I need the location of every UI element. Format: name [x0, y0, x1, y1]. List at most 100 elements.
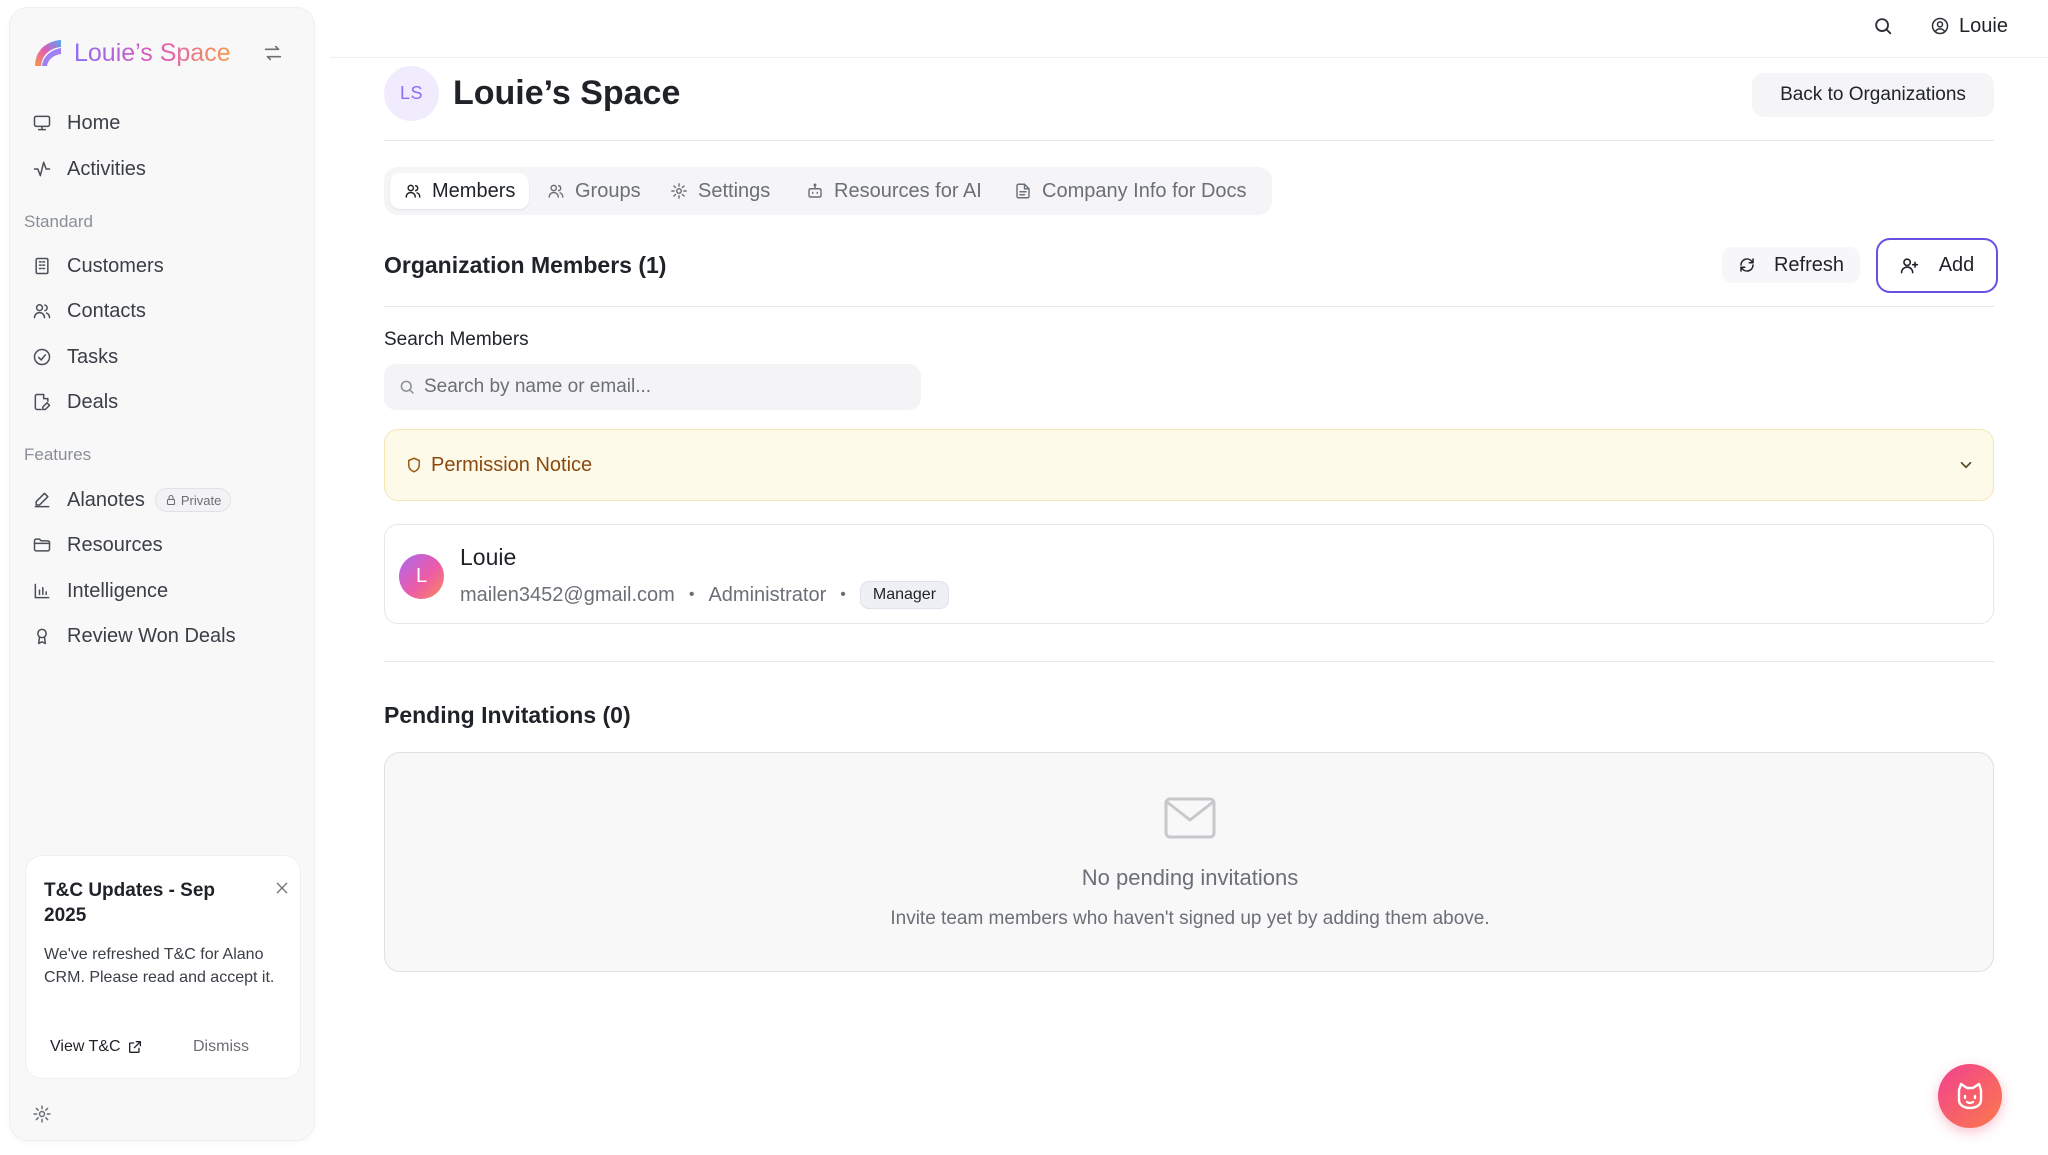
empty-state-title: No pending invitations [1081, 865, 1299, 890]
bot-icon [808, 183, 822, 198]
tab-company-info-for-docs[interactable]: Company Info for Docs [1014, 173, 1247, 209]
user-circle-icon [1931, 17, 1949, 35]
building-icon [35, 257, 49, 275]
user-name: Louie [1959, 14, 2008, 37]
mail-icon [1164, 797, 1216, 839]
sidebar: Louie’s Space Home Activities Standard C… [10, 8, 314, 1140]
sidebar-item-label: Review Won Deals [67, 624, 236, 647]
brand[interactable]: Louie’s Space [32, 30, 231, 76]
permission-notice-title: Permission Notice [431, 454, 593, 476]
gear-icon [671, 183, 687, 199]
activity-icon [33, 161, 51, 177]
divider [384, 661, 1994, 662]
tc-update-card: T&C Updates - Sep 2025 We've refreshed T… [26, 856, 300, 1078]
refresh-icon [1740, 258, 1754, 272]
tab-settings[interactable]: Settings [670, 173, 770, 209]
member-email: mailen3452@gmail.com [460, 583, 675, 606]
tab-resources-for-ai[interactable]: Resources for AI [806, 173, 982, 209]
add-label: Add [1938, 254, 1975, 276]
user-plus-icon [1900, 258, 1918, 274]
award-icon [37, 628, 47, 645]
sidebar-item-label: Home [67, 111, 121, 134]
sidebar-item-tasks[interactable]: Tasks [32, 339, 118, 375]
member-role: Administrator [708, 583, 827, 606]
member-row[interactable]: L Louie mailen3452@gmail.com • Administr… [384, 524, 1994, 624]
check-circle-icon [33, 348, 51, 366]
divider [384, 306, 1994, 307]
tab-label: Company Info for Docs [1042, 179, 1247, 202]
user-menu[interactable]: Louie [1930, 12, 2008, 40]
pending-invitations-heading: Pending Invitations (0) [384, 702, 631, 728]
sidebar-item-contacts[interactable]: Contacts [32, 293, 146, 329]
sidebar-item-intelligence[interactable]: Intelligence [32, 573, 168, 609]
search-members-box[interactable] [384, 364, 921, 410]
section-label-standard: Standard [24, 212, 93, 231]
sidebar-item-label: Activities [67, 157, 146, 180]
sidebar-item-label: Resources [67, 533, 163, 556]
separator-dot: • [840, 586, 846, 603]
refresh-button[interactable]: Refresh [1722, 247, 1860, 283]
collapse-sidebar-icon[interactable] [262, 42, 284, 64]
sidebar-item-label: Intelligence [67, 579, 169, 602]
bar-chart-icon [34, 583, 50, 599]
brand-name: Louie’s Space [74, 38, 231, 67]
search-icon [400, 380, 414, 394]
sidebar-item-customers[interactable]: Customers [32, 248, 164, 284]
private-badge-label: Private [180, 492, 222, 508]
top-bar [330, 0, 2048, 58]
shield-icon [408, 457, 420, 473]
tab-label: Resources for AI [834, 179, 982, 202]
members-heading: Organization Members (1) [384, 252, 667, 278]
search-members-input[interactable] [424, 364, 914, 410]
tab-members[interactable]: Members [390, 173, 530, 209]
member-meta: mailen3452@gmail.com • Administrator • M… [460, 580, 950, 610]
view-tc-label: View T&C [50, 1038, 121, 1055]
tab-bar: Members Groups Settings Resources for AI… [384, 167, 1272, 215]
cat-face-icon [1957, 1082, 1983, 1110]
manager-badge: Manager [859, 581, 950, 609]
tab-groups[interactable]: Groups [547, 173, 641, 209]
add-member-button[interactable]: Add [1876, 238, 1998, 293]
sidebar-item-label: Alanotes [67, 488, 145, 511]
empty-state-subtitle: Invite team members who haven't signed u… [890, 908, 1490, 929]
sidebar-item-home[interactable]: Home [32, 105, 120, 141]
sidebar-item-resources[interactable]: Resources [32, 527, 163, 563]
file-edit-icon [34, 393, 51, 411]
rainbow-logo-icon [35, 40, 61, 66]
users-icon [548, 184, 564, 198]
search-icon[interactable] [1872, 15, 1894, 37]
sidebar-item-label: Tasks [67, 345, 119, 368]
sidebar-item-activities[interactable]: Activities [32, 151, 146, 187]
org-avatar: LS [384, 66, 439, 121]
lock-icon [166, 494, 175, 506]
dismiss-button[interactable]: Dismiss [193, 1032, 249, 1062]
member-name: Louie [460, 544, 517, 570]
monitor-icon [33, 115, 51, 131]
page-title: Louie’s Space [453, 74, 681, 112]
sidebar-item-label: Customers [67, 254, 164, 277]
sidebar-item-label: Contacts [67, 299, 146, 322]
section-label-features: Features [24, 445, 92, 464]
tab-label: Settings [698, 179, 771, 202]
assistant-chat-button[interactable] [1938, 1064, 2002, 1128]
close-icon[interactable] [274, 880, 290, 896]
view-tc-button[interactable]: View T&C [40, 1032, 153, 1062]
permission-notice[interactable]: Permission Notice [384, 429, 1994, 501]
tab-label: Members [432, 179, 516, 202]
sidebar-item-label: Deals [67, 390, 119, 413]
separator-dot: • [688, 586, 695, 603]
pending-invitations-empty-state: No pending invitations Invite team membe… [384, 752, 1994, 972]
back-to-organizations-button[interactable]: Back to Organizations [1752, 73, 1994, 117]
tab-label: Groups [575, 179, 641, 202]
refresh-label: Refresh [1773, 253, 1845, 276]
search-members-label: Search Members [384, 329, 529, 350]
document-icon [1016, 183, 1030, 199]
sidebar-item-deals[interactable]: Deals [32, 384, 118, 420]
chevron-down-icon[interactable] [1957, 456, 1975, 474]
sidebar-item-alanotes[interactable]: Alanotes Private [32, 482, 232, 518]
pen-icon [34, 492, 50, 508]
private-badge: Private [154, 488, 232, 512]
gear-icon[interactable] [32, 1104, 52, 1124]
sidebar-item-review-won-deals[interactable]: Review Won Deals [32, 618, 236, 654]
divider [384, 140, 1994, 141]
